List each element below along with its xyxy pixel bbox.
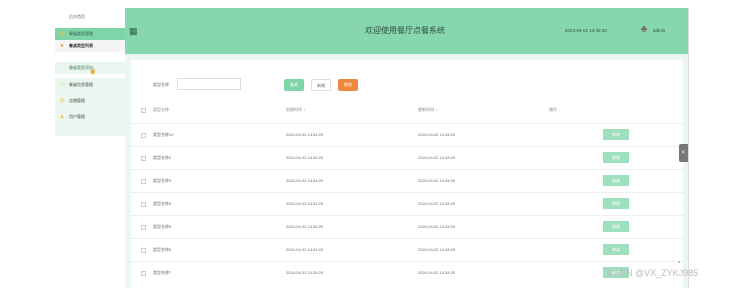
- top-header: ▦ 欢迎使用餐厅点餐系统 2024-04-02 14:45:20 ♣ admin: [125, 8, 689, 54]
- row-name: 类型名称7: [153, 270, 172, 275]
- table-row: 类型名称6 2024-04-02 14:34:20 2024-04-02 14:…: [131, 238, 683, 260]
- watermark: CSDN @VX_ZYKJ985: [607, 268, 699, 278]
- sidebar-item-label: 餐桌类型列表: [69, 43, 93, 48]
- row-updated: 2024-04-02 14:34:20: [418, 224, 456, 229]
- user-icon: ▲: [59, 114, 65, 120]
- sidebar: 后台首页 ▤ 餐桌类型管理 ● 餐桌类型列表 餐桌类型添加 ☝ ▭ 餐桌信息管理…: [55, 8, 125, 288]
- row-edit-button[interactable]: 修改: [603, 221, 629, 232]
- table-row: 类型名称7 2024-04-02 14:34:20 2024-04-02 14:…: [131, 261, 683, 283]
- row-created: 2024-04-02 14:34:20: [286, 224, 324, 229]
- watermark-logo-icon: ◔: [676, 258, 681, 267]
- sidebar-item-label: 用户管理: [69, 114, 85, 119]
- sidebar-item-table-info-management[interactable]: ▭ 餐桌信息管理: [55, 79, 125, 91]
- row-edit-button[interactable]: 修改: [603, 244, 629, 255]
- sidebar-item-label: 餐桌信息管理: [69, 82, 93, 87]
- sidebar-item-label: 店铺管理: [69, 98, 85, 103]
- row-created: 2024-04-02 14:34:20: [286, 247, 324, 252]
- row-checkbox[interactable]: [141, 133, 146, 138]
- column-header-name: 类型名称: [153, 107, 169, 112]
- cursor-hand-icon: ☝: [89, 69, 97, 75]
- row-name: 类型名称12: [153, 132, 174, 137]
- app-frame: 后台首页 ▤ 餐桌类型管理 ● 餐桌类型列表 餐桌类型添加 ☝ ▭ 餐桌信息管理…: [55, 8, 689, 288]
- page-title: 欢迎使用餐厅点餐系统: [365, 26, 445, 35]
- row-edit-button[interactable]: 修改: [603, 152, 629, 163]
- avatar[interactable]: ♣: [638, 24, 650, 36]
- content-area: 类型名称 查询 新增 删除 类型名称 创建时间 ↕ 更新时间 ↕ 操作 类型名称…: [125, 54, 689, 288]
- select-all-checkbox[interactable]: [141, 108, 146, 113]
- list-panel: 类型名称 查询 新增 删除 类型名称 创建时间 ↕ 更新时间 ↕ 操作 类型名称…: [131, 60, 683, 288]
- sidebar-item-label: 餐桌类型管理: [69, 31, 93, 36]
- table-row: 类型名称4 2024-04-02 14:34:20 2024-04-02 14:…: [131, 192, 683, 214]
- row-updated: 2024-04-02 14:34:20: [418, 155, 456, 160]
- table-row: 类型名称5 2024-04-02 14:34:20 2024-04-02 14:…: [131, 215, 683, 237]
- column-header-created[interactable]: 创建时间 ↕: [286, 107, 305, 113]
- row-name: 类型名称3: [153, 178, 172, 183]
- row-name: 类型名称5: [153, 224, 172, 229]
- row-updated: 2024-04-02 14:34:20: [418, 247, 456, 252]
- row-created: 2024-04-02 14:34:20: [286, 270, 324, 275]
- row-name: 类型名称6: [153, 247, 172, 252]
- row-checkbox[interactable]: [141, 156, 146, 161]
- store-icon: ◎: [59, 98, 65, 104]
- row-checkbox[interactable]: [141, 225, 146, 230]
- row-name: 类型名称2: [153, 155, 172, 160]
- row-checkbox[interactable]: [141, 248, 146, 253]
- search-input[interactable]: [177, 78, 241, 90]
- row-checkbox[interactable]: [141, 202, 146, 207]
- row-edit-button[interactable]: 修改: [603, 129, 629, 140]
- sidebar-item-table-type-management[interactable]: ▤ 餐桌类型管理: [55, 28, 125, 40]
- row-created: 2024-04-02 14:34:20: [286, 178, 324, 183]
- pin-icon: ●: [60, 43, 64, 49]
- row-name: 类型名称4: [153, 201, 172, 206]
- row-updated: 2024-04-02 14:34:20: [418, 178, 456, 183]
- row-updated: 2024-04-02 14:34:20: [418, 201, 456, 206]
- row-updated: 2024-04-02 14:34:20: [418, 270, 456, 275]
- row-updated: 2024-04-02 14:34:20: [418, 132, 456, 137]
- folder-icon: ▭: [59, 82, 65, 88]
- menu-grid-icon[interactable]: ▦: [129, 27, 138, 36]
- query-button[interactable]: 查询: [284, 79, 304, 91]
- column-header-updated[interactable]: 更新时间 ↕: [418, 107, 437, 113]
- sidebar-item-table-type-list[interactable]: ● 餐桌类型列表: [55, 40, 125, 52]
- side-collapse-tab[interactable]: <: [679, 144, 688, 162]
- header-datetime: 2024-04-02 14:45:20: [565, 28, 607, 33]
- table-icon: ▤: [59, 31, 65, 37]
- row-edit-button[interactable]: 修改: [603, 175, 629, 186]
- row-created: 2024-04-02 14:34:20: [286, 132, 324, 137]
- sidebar-item-table-type-add[interactable]: 餐桌类型添加 ☝: [55, 62, 125, 75]
- page-border: [688, 8, 689, 288]
- delete-button[interactable]: 删除: [338, 79, 358, 91]
- search-label: 类型名称: [153, 82, 169, 87]
- add-button[interactable]: 新增: [311, 79, 331, 91]
- table-row: 类型名称2 2024-04-02 14:34:20 2024-04-02 14:…: [131, 146, 683, 168]
- row-edit-button[interactable]: 修改: [603, 198, 629, 209]
- column-header-actions: 操作: [549, 107, 557, 112]
- row-checkbox[interactable]: [141, 179, 146, 184]
- header-username[interactable]: admin: [653, 28, 665, 33]
- sidebar-item-user-management[interactable]: ▲ 用户管理: [55, 111, 125, 123]
- row-created: 2024-04-02 14:34:20: [286, 201, 324, 206]
- sidebar-item-store-management[interactable]: ◎ 店铺管理: [55, 95, 125, 107]
- sidebar-home-link[interactable]: 后台首页: [55, 8, 125, 26]
- row-checkbox[interactable]: [141, 271, 146, 276]
- row-created: 2024-04-02 14:34:20: [286, 155, 324, 160]
- table-row: 类型名称3 2024-04-02 14:34:20 2024-04-02 14:…: [131, 169, 683, 191]
- table-row: 类型名称12 2024-04-02 14:34:20 2024-04-02 14…: [131, 123, 683, 145]
